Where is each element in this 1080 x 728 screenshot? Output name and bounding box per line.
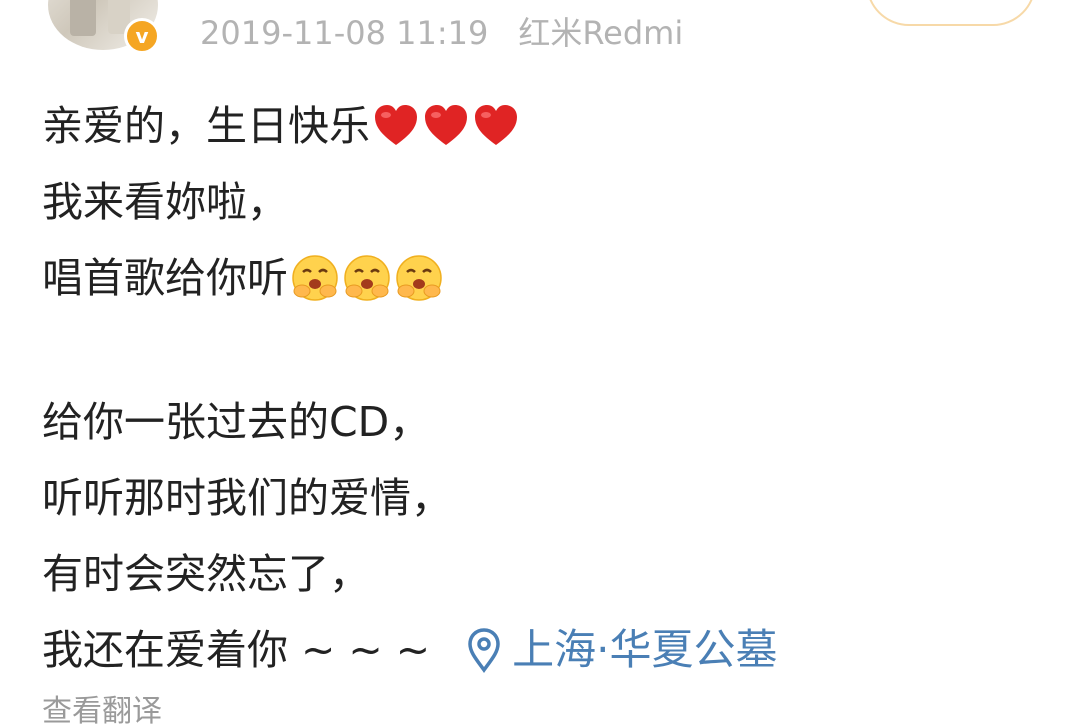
red-heart-icon [425, 105, 467, 145]
avatar-figure [70, 0, 96, 36]
red-heart-icon [475, 105, 517, 145]
post-timestamp: 2019-11-08 11:19 [200, 14, 489, 52]
post-line: 亲爱的，生日快乐 [42, 88, 778, 164]
post-line: 我来看妳啦， [42, 164, 778, 240]
verified-badge-icon: v [124, 18, 160, 54]
post-line: 我还在爱着你 ~ ~ ~ 上海·华夏公墓 [42, 612, 778, 688]
post-line: 听听那时我们的爱情， [42, 460, 778, 536]
post-line-text: 给你一张过去的CD， [42, 398, 431, 446]
location-label: 上海·华夏公墓 [512, 625, 778, 674]
post-line-text: 听听那时我们的爱情， [42, 474, 452, 522]
post-line-text: 有时会突然忘了， [42, 550, 370, 598]
red-heart-icon [375, 105, 417, 145]
post-text: 亲爱的，生日快乐 我来看妳啦， 唱首歌给你听 给你一张过去的CD， 听听那时我们… [42, 88, 778, 688]
post-device: 红米Redmi [518, 14, 684, 52]
follow-button[interactable] [866, 0, 1036, 26]
weibo-post: v 2019-11-08 11:19 红米Redmi 亲爱的，生日快乐 我来看妳啦… [0, 0, 1080, 728]
hug-face-icon [292, 255, 338, 301]
post-line: 唱首歌给你听 [42, 240, 778, 316]
translate-link[interactable]: 查看翻译 [42, 686, 162, 728]
post-line: 给你一张过去的CD， [42, 384, 778, 460]
post-line-text: 我来看妳啦， [42, 178, 288, 226]
post-line-text: 唱首歌给你听 [42, 254, 288, 302]
post-meta: 2019-11-08 11:19 红米Redmi [200, 8, 683, 54]
post-line-text: 我还在爱着你 ~ ~ ~ [42, 626, 431, 674]
hug-face-icon [396, 255, 442, 301]
post-line: 有时会突然忘了， [42, 536, 778, 612]
post-line-text: 亲爱的，生日快乐 [42, 102, 370, 150]
hug-face-icon [344, 255, 390, 301]
post-line-blank [42, 316, 778, 384]
location-pin-icon [468, 628, 500, 673]
location-link[interactable]: 上海·华夏公墓 [464, 612, 778, 688]
